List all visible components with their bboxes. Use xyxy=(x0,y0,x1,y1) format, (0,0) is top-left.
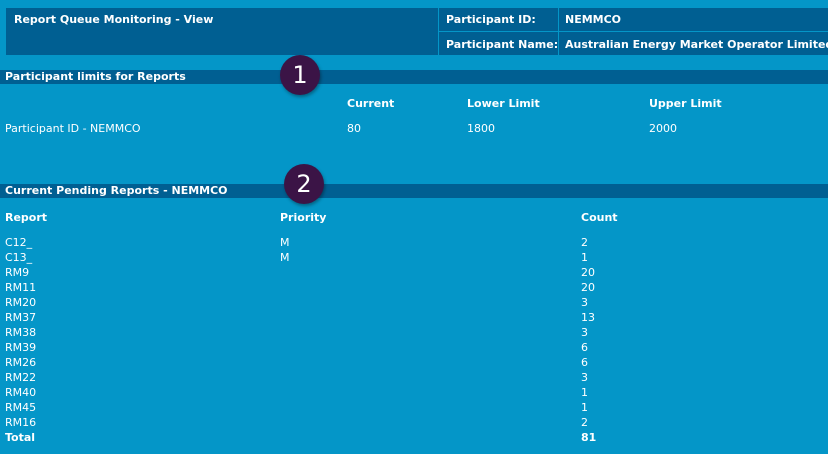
report-count: 6 xyxy=(581,356,588,369)
report-count: 2 xyxy=(581,236,588,249)
page-header: Report Queue Monitoring - View Participa… xyxy=(6,8,828,55)
header-divider xyxy=(438,31,828,32)
pending-col-report: Report xyxy=(5,211,48,224)
pending-section-title: Current Pending Reports - NEMMCO xyxy=(0,184,828,198)
table-row: RM20 3 xyxy=(0,296,828,311)
table-total-row: Total 81 xyxy=(0,431,828,446)
report-count: 3 xyxy=(581,326,588,339)
report-count: 20 xyxy=(581,281,595,294)
report-priority: M xyxy=(280,251,290,264)
report-count: 20 xyxy=(581,266,595,279)
report-name: RM9 xyxy=(5,266,30,279)
report-name: RM11 xyxy=(5,281,37,294)
pending-col-count: Count xyxy=(581,211,618,224)
limits-col-upper: Upper Limit xyxy=(649,97,722,110)
limits-section-title: Participant limits for Reports xyxy=(0,70,828,84)
report-count: 1 xyxy=(581,386,588,399)
limits-row-upper: 2000 xyxy=(649,122,677,135)
participant-id-label: Participant ID: xyxy=(446,13,536,26)
table-row: C13_ M 1 xyxy=(0,251,828,266)
report-count: 3 xyxy=(581,296,588,309)
callout-marker-2: 2 xyxy=(284,164,324,204)
table-row: RM11 20 xyxy=(0,281,828,296)
total-count: 81 xyxy=(581,431,597,444)
participant-id-value: NEMMCO xyxy=(565,13,622,26)
report-name: RM40 xyxy=(5,386,37,399)
report-count: 6 xyxy=(581,341,588,354)
table-row: RM38 3 xyxy=(0,326,828,341)
report-name: RM22 xyxy=(5,371,37,384)
limits-col-lower: Lower Limit xyxy=(467,97,540,110)
report-name: RM38 xyxy=(5,326,37,339)
report-name: RM20 xyxy=(5,296,37,309)
report-name: RM39 xyxy=(5,341,37,354)
page-title: Report Queue Monitoring - View xyxy=(14,13,214,26)
report-name: C12_ xyxy=(5,236,33,249)
participant-name-label: Participant Name: xyxy=(446,38,559,51)
table-row: RM40 1 xyxy=(0,386,828,401)
report-count: 1 xyxy=(581,401,588,414)
table-row: RM9 20 xyxy=(0,266,828,281)
table-row: RM39 6 xyxy=(0,341,828,356)
report-count: 13 xyxy=(581,311,595,324)
table-row: RM22 3 xyxy=(0,371,828,386)
limits-col-current: Current xyxy=(347,97,395,110)
participant-name-value: Australian Energy Market Operator Limite… xyxy=(565,38,828,51)
report-name: RM26 xyxy=(5,356,37,369)
limits-row-lower: 1800 xyxy=(467,122,495,135)
table-row: C12_ M 2 xyxy=(0,236,828,251)
pending-col-priority: Priority xyxy=(280,211,327,224)
report-count: 3 xyxy=(581,371,588,384)
limits-row-label: Participant ID - NEMMCO xyxy=(5,122,141,135)
total-label: Total xyxy=(5,431,36,444)
table-row: RM26 6 xyxy=(0,356,828,371)
limits-row-current: 80 xyxy=(347,122,361,135)
report-name: RM37 xyxy=(5,311,37,324)
report-priority: M xyxy=(280,236,290,249)
report-name: RM16 xyxy=(5,416,37,429)
report-count: 1 xyxy=(581,251,588,264)
table-row: RM37 13 xyxy=(0,311,828,326)
callout-marker-1: 1 xyxy=(280,55,320,95)
report-name: RM45 xyxy=(5,401,37,414)
report-name: C13_ xyxy=(5,251,33,264)
table-row: RM16 2 xyxy=(0,416,828,431)
table-row: RM45 1 xyxy=(0,401,828,416)
report-count: 2 xyxy=(581,416,588,429)
